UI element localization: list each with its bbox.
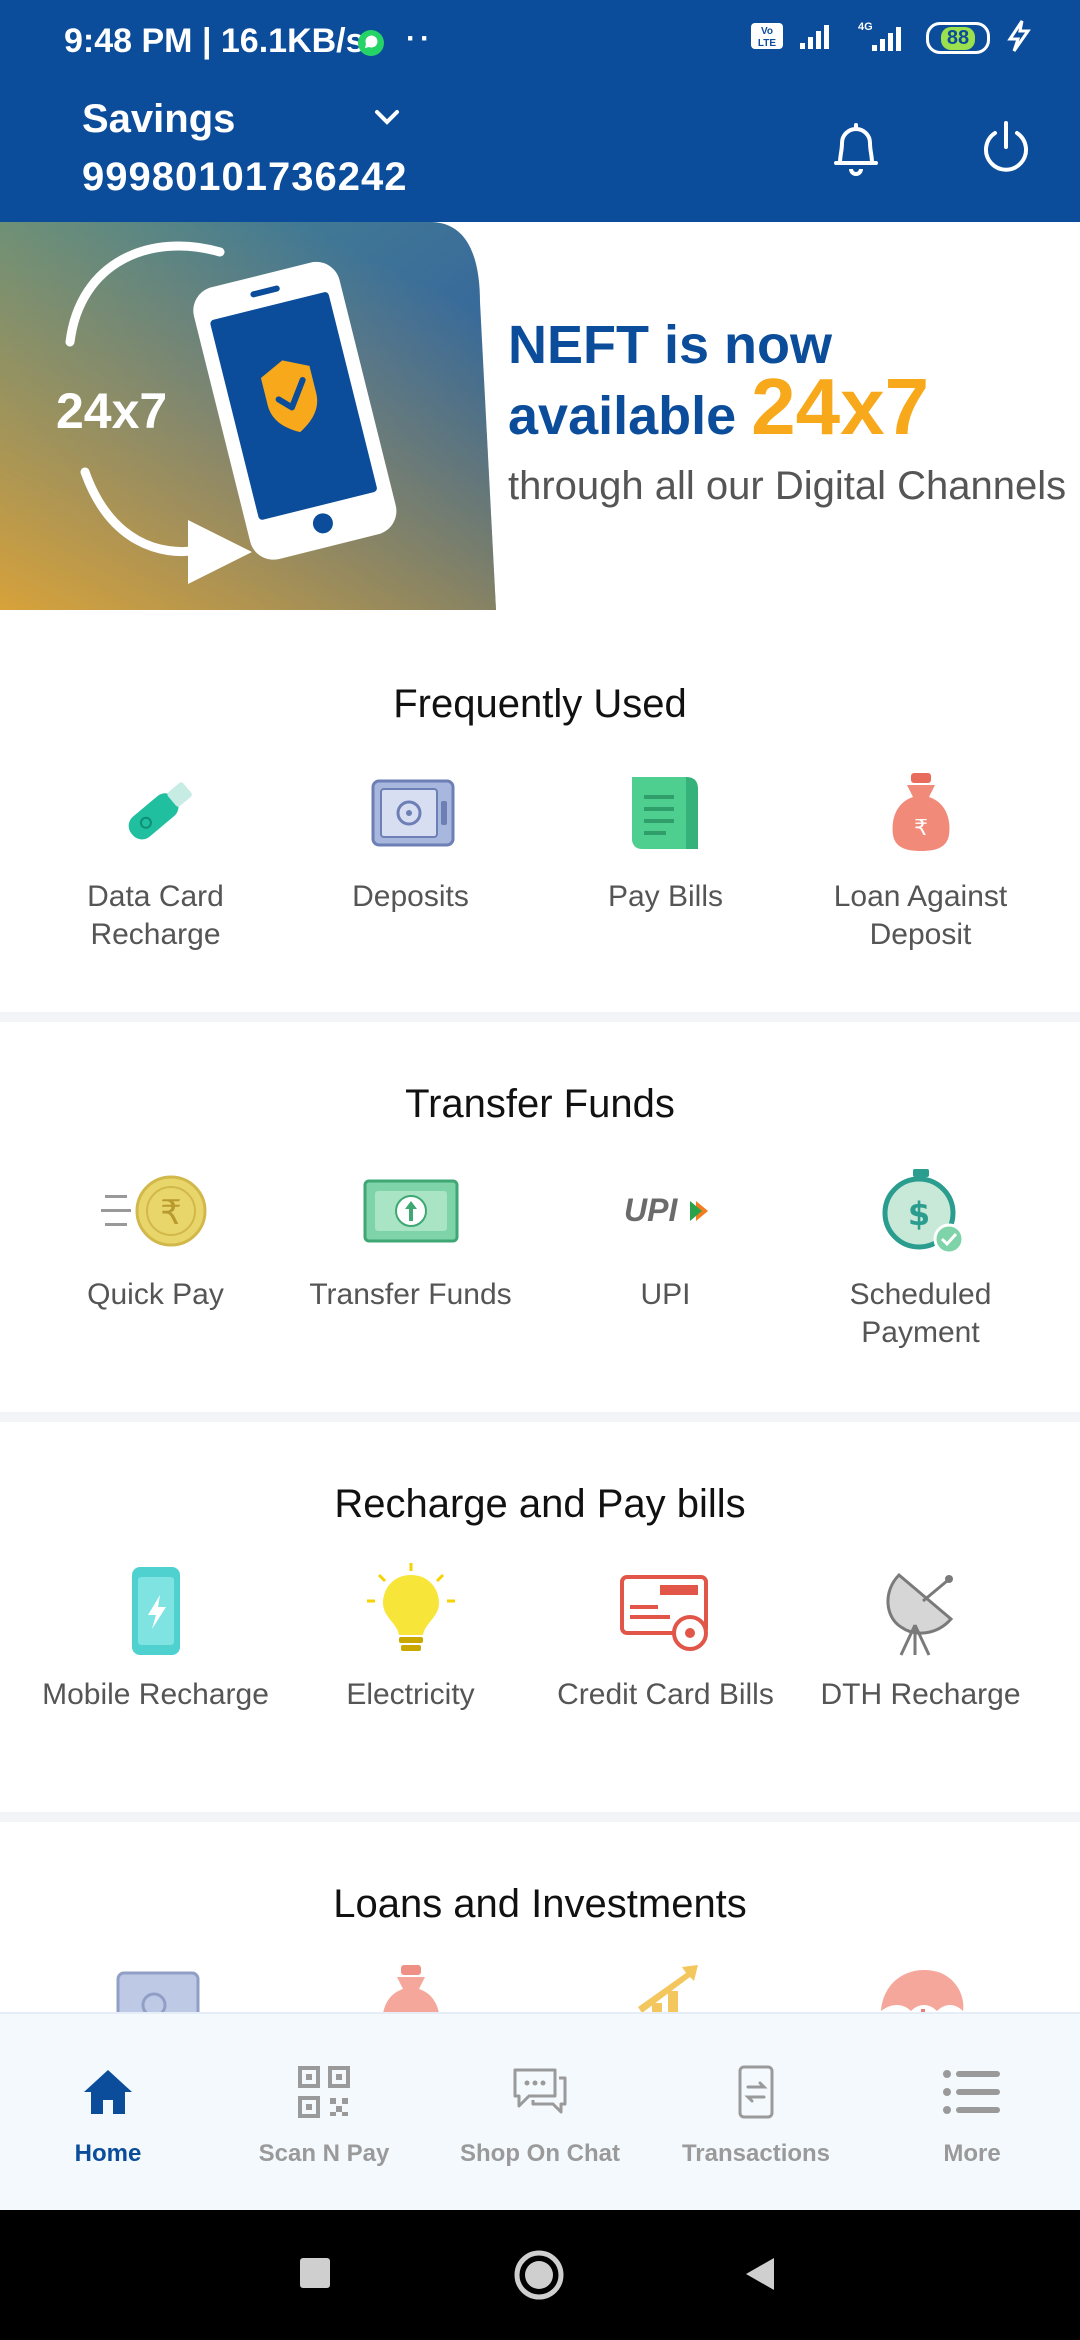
stopwatch-dollar-icon: $: [866, 1156, 976, 1266]
battery-indicator: 88: [926, 22, 990, 54]
safe-icon: [356, 758, 466, 868]
app-header: Savings 99980101736242: [0, 75, 1080, 222]
signal-icon: [798, 21, 838, 56]
loan-against-deposit-button[interactable]: ₹ Loan Against Deposit: [793, 758, 1048, 954]
scheduled-payment-button[interactable]: $ Scheduled Payment: [793, 1156, 1048, 1352]
section-divider: [0, 1012, 1080, 1022]
mobile-recharge-button[interactable]: Mobile Recharge: [28, 1556, 283, 1714]
section-loans-investments: Loans and Investments: [0, 1882, 1080, 2012]
credit-card-icon: [611, 1556, 721, 1666]
nav-more[interactable]: More: [864, 2014, 1080, 2212]
banner-24x7-badge: 24x7: [56, 383, 168, 439]
safe-icon: [101, 1950, 211, 2012]
bill-scroll-icon: [611, 758, 721, 868]
nav-scan-n-pay[interactable]: Scan N Pay: [216, 2014, 432, 2212]
home-nav-button[interactable]: [512, 2248, 566, 2307]
nav-home[interactable]: Home: [0, 2014, 216, 2212]
account-type-selector[interactable]: Savings: [82, 97, 235, 142]
quick-pay-button[interactable]: ₹ Quick Pay: [28, 1156, 283, 1352]
charging-icon: [1004, 19, 1034, 58]
back-button[interactable]: [740, 2254, 780, 2299]
volte-icon: Vo LTE: [750, 22, 784, 55]
section-divider: [0, 1812, 1080, 1822]
bulb-icon: [356, 1556, 466, 1666]
signal-4g-icon: 4G: [852, 19, 912, 58]
section-title: Frequently Used: [393, 682, 687, 726]
qr-code-icon: [292, 2060, 356, 2124]
nav-shop-on-chat[interactable]: Shop On Chat: [432, 2014, 648, 2212]
pay-bills-button[interactable]: Pay Bills: [538, 758, 793, 954]
satellite-dish-icon: [866, 1556, 976, 1666]
system-navigation-bar: [0, 2210, 1080, 2340]
svg-text:4G: 4G: [858, 21, 873, 33]
banner-subtitle: through all our Digital Channels: [508, 464, 1067, 508]
svg-text:UPI: UPI: [624, 1192, 678, 1228]
status-bar: 9:48 PM | 16.1KB/s ·· Vo LTE 4G 88: [0, 0, 1080, 75]
status-time: 9:48 PM | 16.1KB/s: [64, 22, 365, 60]
deposits-button[interactable]: Deposits: [283, 758, 538, 954]
section-divider: [0, 1412, 1080, 1422]
electricity-button[interactable]: Electricity: [283, 1556, 538, 1714]
section-title: Recharge and Pay bills: [334, 1482, 746, 1526]
transfer-funds-button[interactable]: Transfer Funds: [283, 1156, 538, 1352]
svg-text:₹: ₹: [160, 1193, 182, 1233]
loans-money-bag-item[interactable]: [283, 1950, 538, 2012]
section-title: Transfer Funds: [405, 1082, 675, 1126]
mobile-icon: [101, 1556, 211, 1666]
rupee-coin-icon: ₹: [100, 1156, 211, 1266]
menu-icon: [940, 2060, 1004, 2124]
svg-text:$: $: [907, 1195, 929, 1233]
svg-text:LTE: LTE: [758, 38, 776, 49]
home-icon: [76, 2060, 140, 2124]
growth-chart-icon: [611, 1950, 721, 2012]
nav-transactions[interactable]: Transactions: [648, 2014, 864, 2212]
svg-text:Vo: Vo: [761, 26, 773, 37]
loans-growth-chart-item[interactable]: [538, 1950, 793, 2012]
upi-button[interactable]: UPI UPI: [538, 1156, 793, 1352]
money-bag-icon: [356, 1950, 466, 2012]
section-title: Loans and Investments: [333, 1882, 747, 1926]
data-card-recharge-button[interactable]: Data Card Recharge: [28, 758, 283, 954]
chevron-down-icon[interactable]: [370, 101, 404, 135]
chat-icon: [508, 2060, 572, 2124]
banknote-icon: [356, 1156, 466, 1266]
usb-stick-icon: [101, 758, 211, 868]
status-dots: ··: [406, 22, 434, 55]
money-bag-icon: ₹: [866, 758, 976, 868]
account-number: 99980101736242: [82, 155, 408, 199]
whatsapp-icon: [356, 28, 386, 63]
bottom-navigation: Home Scan N Pay Shop On Chat Transaction…: [0, 2012, 1080, 2212]
loans-safe-item[interactable]: [28, 1950, 283, 2012]
credit-card-bills-button[interactable]: Credit Card Bills: [538, 1556, 793, 1714]
power-icon[interactable]: [976, 117, 1036, 181]
recents-button[interactable]: [298, 2256, 332, 2295]
dth-recharge-button[interactable]: DTH Recharge: [793, 1556, 1048, 1714]
transactions-icon: [724, 2060, 788, 2124]
loans-umbrella-item[interactable]: [793, 1950, 1048, 2012]
umbrella-icon: [866, 1950, 976, 2012]
upi-logo-icon: UPI: [611, 1156, 721, 1266]
battery-level: 88: [940, 26, 976, 50]
promo-banner[interactable]: 24x7 NEFT is now available 24x7 through …: [0, 222, 1080, 610]
svg-text:₹: ₹: [914, 816, 928, 841]
banner-title: NEFT is now available 24x7: [508, 315, 930, 451]
bell-icon[interactable]: [826, 119, 886, 183]
